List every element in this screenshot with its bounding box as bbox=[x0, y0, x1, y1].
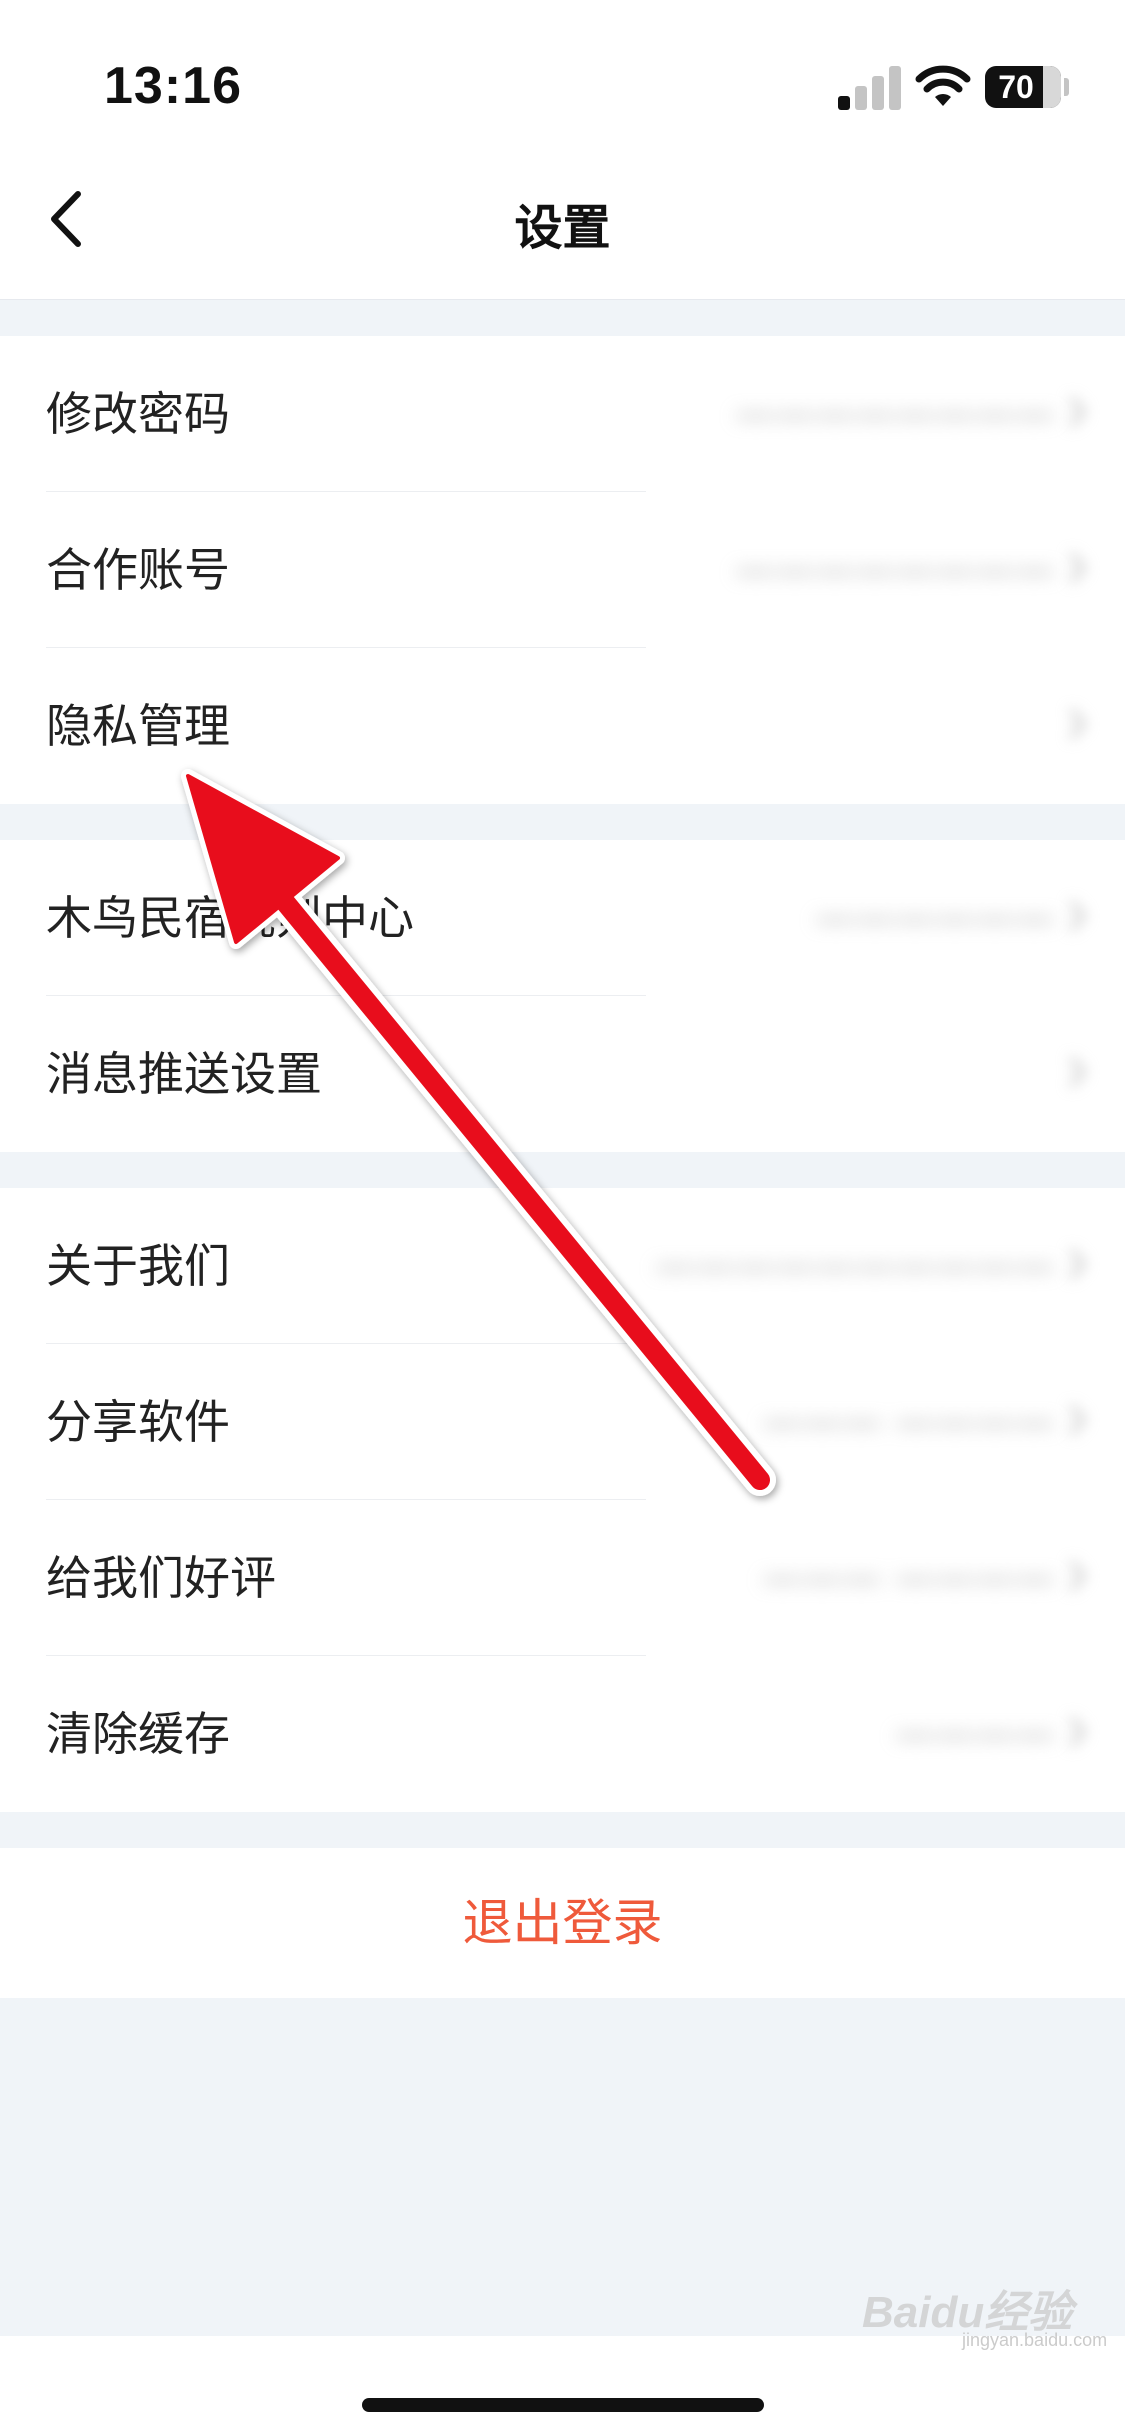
chevron-right-icon bbox=[1069, 900, 1086, 932]
row-label: 隐私管理 bbox=[46, 699, 230, 753]
settings-group-about: 关于我们 —————————— 分享软件 ——— ———— 给我们好评 ——— … bbox=[0, 1188, 1125, 1812]
status-bar: 13:16 70 bbox=[0, 0, 1125, 150]
watermark-url: jingyan.baidu.com bbox=[962, 2330, 1108, 2350]
settings-row-linked-accounts[interactable]: 合作账号 ———————— bbox=[0, 492, 1125, 648]
status-time: 13:16 bbox=[104, 57, 242, 115]
row-value: ———————— bbox=[735, 391, 1055, 437]
settings-row-rules-center[interactable]: 木鸟民宿规则中心 —————— bbox=[0, 840, 1125, 996]
row-value: ——— ———— bbox=[762, 1555, 1055, 1601]
row-label: 木鸟民宿规则中心 bbox=[46, 891, 414, 945]
page-title: 设置 bbox=[514, 200, 611, 256]
battery-icon: 70 bbox=[985, 66, 1061, 108]
row-value: —————— bbox=[815, 895, 1055, 941]
row-label: 消息推送设置 bbox=[46, 1047, 322, 1101]
row-value: ———————— bbox=[735, 547, 1055, 593]
chevron-right-icon bbox=[1069, 1056, 1086, 1088]
settings-row-clear-cache[interactable]: 清除缓存 ———— bbox=[0, 1656, 1125, 1812]
settings-group-rules: 木鸟民宿规则中心 —————— 消息推送设置 bbox=[0, 840, 1125, 1152]
chevron-right-icon bbox=[1069, 708, 1086, 740]
settings-group-account: 修改密码 ———————— 合作账号 ———————— 隐私管理 bbox=[0, 336, 1125, 804]
home-bar-area bbox=[0, 2336, 1125, 2436]
logout-label: 退出登录 bbox=[462, 1894, 663, 1952]
chevron-right-icon bbox=[1069, 1248, 1086, 1280]
navigation-bar: 设置 bbox=[0, 150, 1125, 300]
row-label: 清除缓存 bbox=[46, 1707, 230, 1761]
settings-row-change-password[interactable]: 修改密码 ———————— bbox=[0, 336, 1125, 492]
settings-row-about-us[interactable]: 关于我们 —————————— bbox=[0, 1188, 1125, 1344]
battery-nub bbox=[1064, 78, 1069, 96]
row-value: —————————— bbox=[655, 1243, 1055, 1289]
row-label: 修改密码 bbox=[46, 387, 230, 441]
cellular-signal-icon bbox=[838, 64, 902, 110]
wifi-icon bbox=[915, 65, 971, 106]
row-label: 关于我们 bbox=[46, 1239, 230, 1293]
settings-row-share-app[interactable]: 分享软件 ——— ———— bbox=[0, 1344, 1125, 1500]
row-value: ——— ———— bbox=[762, 1399, 1055, 1445]
chevron-right-icon bbox=[1069, 396, 1086, 428]
home-indicator[interactable] bbox=[362, 2398, 764, 2412]
settings-row-push-notifications[interactable]: 消息推送设置 bbox=[0, 996, 1125, 1152]
battery-level: 70 bbox=[998, 69, 1034, 105]
settings-row-rate-us[interactable]: 给我们好评 ——— ———— bbox=[0, 1500, 1125, 1656]
chevron-right-icon bbox=[1069, 1560, 1086, 1592]
chevron-right-icon bbox=[1069, 1404, 1086, 1436]
row-label: 合作账号 bbox=[46, 543, 230, 597]
logout-button[interactable]: 退出登录 bbox=[0, 1848, 1125, 1998]
row-value: ———— bbox=[895, 1711, 1055, 1757]
row-label: 给我们好评 bbox=[46, 1551, 276, 1605]
settings-row-privacy-management[interactable]: 隐私管理 bbox=[0, 648, 1125, 804]
row-label: 分享软件 bbox=[46, 1395, 230, 1449]
chevron-right-icon bbox=[1069, 552, 1086, 584]
chevron-right-icon bbox=[1069, 1716, 1086, 1748]
